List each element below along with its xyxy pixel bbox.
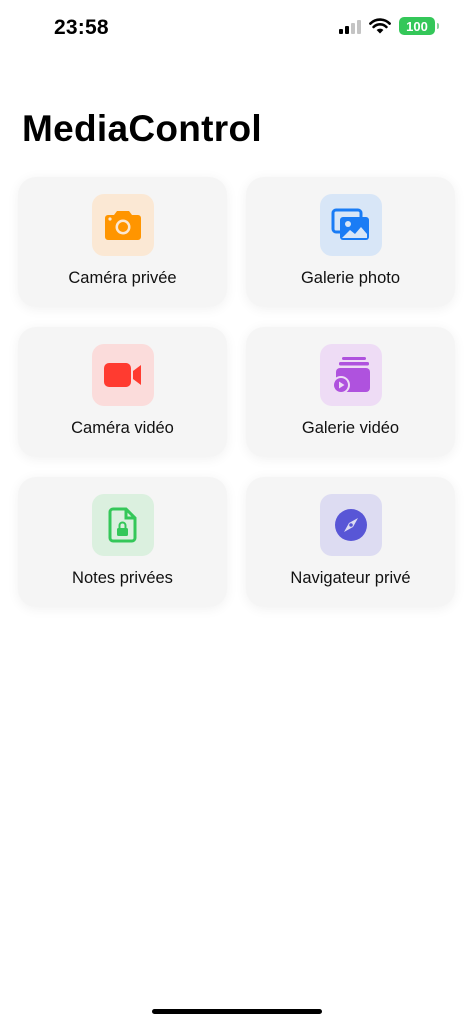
tile-video-camera[interactable]: Caméra vidéo [18, 327, 227, 457]
feature-grid: Caméra privée Galerie photo Caméra vidéo [18, 177, 455, 607]
video-gallery-icon [331, 357, 370, 394]
photo-gallery-icon [331, 208, 369, 240]
tile-label: Caméra privée [68, 269, 177, 287]
cellular-signal-icon [339, 19, 361, 34]
locked-document-icon [108, 507, 136, 543]
status-bar: 23:58 100 [0, 0, 473, 56]
tile-video-gallery[interactable]: Galerie vidéo [246, 327, 455, 457]
icon-box [319, 344, 382, 406]
page-title: MediaControl [22, 108, 262, 149]
icon-box [91, 194, 154, 256]
icon-box [319, 194, 382, 256]
status-time: 23:58 [54, 16, 109, 39]
icon-box [319, 494, 382, 556]
wifi-icon [369, 18, 391, 34]
camera-icon [104, 211, 141, 240]
tile-private-browser[interactable]: Navigateur privé [246, 477, 455, 607]
battery-icon: 100 [399, 17, 439, 35]
tile-label: Caméra vidéo [71, 419, 174, 437]
tile-label: Notes privées [72, 569, 173, 587]
home-indicator[interactable] [152, 1009, 322, 1014]
tile-photo-gallery[interactable]: Galerie photo [246, 177, 455, 307]
icon-box [91, 344, 154, 406]
tile-label: Navigateur privé [290, 569, 411, 587]
tile-label: Galerie vidéo [301, 419, 400, 437]
tile-private-camera[interactable]: Caméra privée [18, 177, 227, 307]
icon-box [91, 494, 154, 556]
tile-private-notes[interactable]: Notes privées [18, 477, 227, 607]
video-camera-icon [103, 363, 141, 387]
status-icons: 100 [339, 17, 439, 35]
tile-label: Galerie photo [300, 269, 401, 287]
compass-icon [334, 509, 367, 541]
